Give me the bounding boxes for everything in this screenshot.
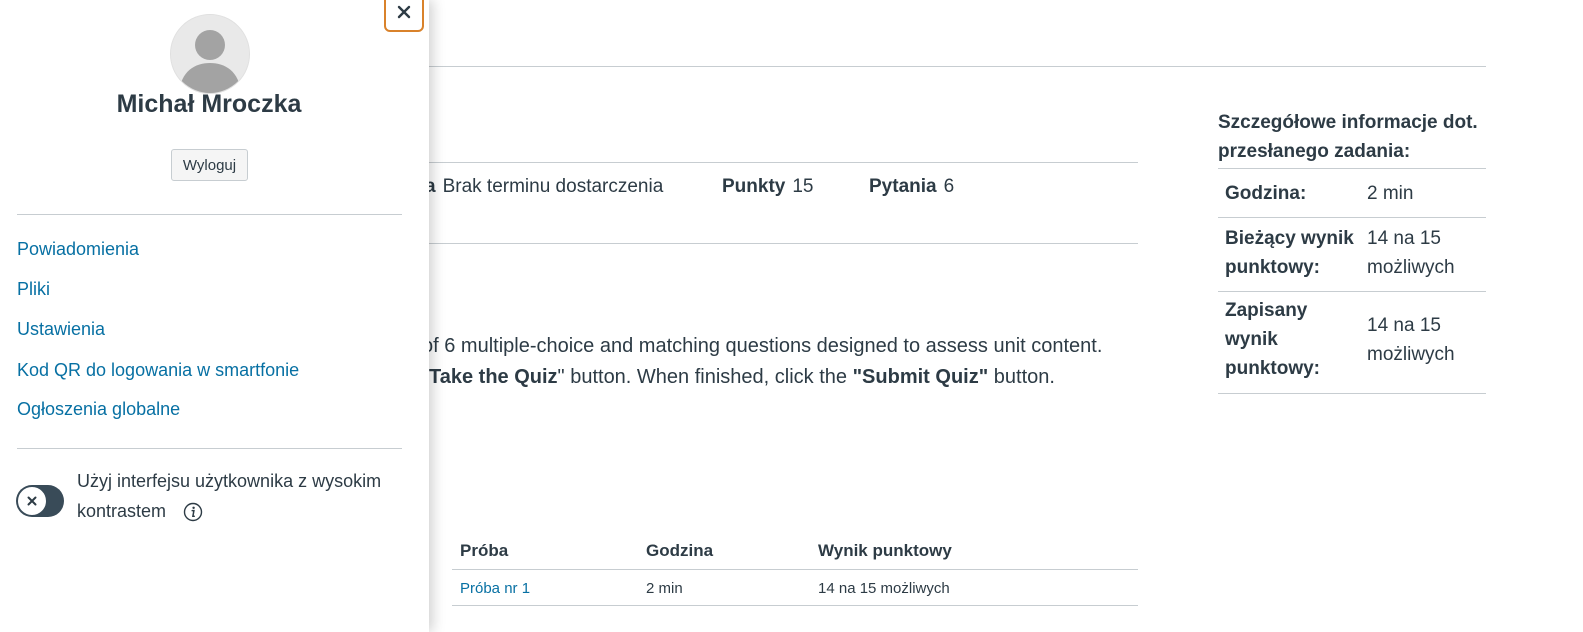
- close-tray-button[interactable]: [384, 0, 424, 32]
- link-global-announcements[interactable]: Ogłoszenia globalne: [17, 398, 180, 420]
- attempt-history-table: Próba Godzina Wynik punktowy Próba nr 1 …: [452, 534, 1138, 606]
- attempt-link[interactable]: Próba nr 1: [460, 580, 530, 598]
- close-icon: [397, 5, 411, 19]
- link-files[interactable]: Pliki: [17, 278, 50, 300]
- logout-button[interactable]: Wyloguj: [171, 149, 248, 181]
- divider: [17, 448, 402, 449]
- divider: [429, 66, 1486, 67]
- submission-title: Szczegółowe informacje dot. przesłanego …: [1218, 108, 1486, 169]
- submission-details: Szczegółowe informacje dot. przesłanego …: [1218, 108, 1486, 394]
- profile-tray: Michał Mroczka Wyloguj Powiadomienia Pli…: [0, 0, 429, 632]
- detail-row: Bieżący wynik punktowy: 14 na 15 możliwy…: [1218, 218, 1486, 292]
- link-qr-login[interactable]: Kod QR do logowania w smartfonie: [17, 359, 299, 381]
- link-notifications[interactable]: Powiadomienia: [17, 238, 139, 260]
- user-silhouette-icon: [171, 15, 249, 93]
- points: Punkty 15: [722, 176, 814, 197]
- info-icon[interactable]: [183, 502, 203, 522]
- detail-row: Godzina: 2 min: [1218, 169, 1486, 218]
- questions: Pytania 6: [869, 176, 955, 197]
- high-contrast-label: Użyj interfejsu użytkownika z wysokim ko…: [77, 471, 382, 522]
- due-date: a Brak terminu dostarczenia: [425, 176, 664, 197]
- detail-row: Zapisany wynik punktowy: 14 na 15 możliw…: [1218, 292, 1486, 394]
- link-settings[interactable]: Ustawienia: [17, 318, 105, 340]
- table-header: Próba Godzina Wynik punktowy: [452, 534, 1138, 570]
- high-contrast-toggle[interactable]: [16, 485, 64, 517]
- table-row: Próba nr 1 2 min 14 na 15 możliwych: [452, 570, 1138, 606]
- avatar: [170, 14, 250, 94]
- user-name: Michał Mroczka: [116, 90, 302, 118]
- quiz-details: a Brak terminu dostarczenia Punkty 15 Pyta…: [425, 162, 1138, 244]
- quiz-description: of 6 multiple-choice and matching questi…: [422, 335, 1103, 388]
- divider: [17, 214, 402, 215]
- close-icon: [27, 496, 37, 506]
